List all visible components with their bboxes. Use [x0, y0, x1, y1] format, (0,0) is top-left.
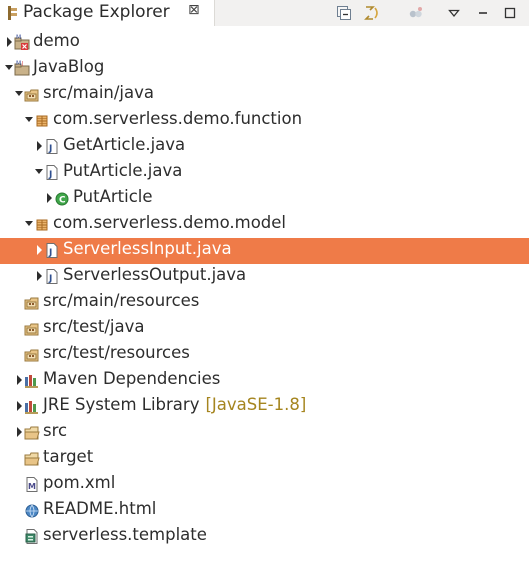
- tree-item-label: src/main/java: [43, 83, 155, 102]
- tree-item[interactable]: src/test/java: [0, 316, 529, 342]
- view-header: Package Explorer ⊠: [0, 0, 529, 26]
- svg-text:J: J: [48, 248, 52, 258]
- expand-arrow-icon[interactable]: [14, 426, 24, 438]
- library-icon: [25, 375, 38, 388]
- svg-text:M: M: [28, 482, 36, 491]
- java-file-icon: J: [46, 139, 58, 154]
- view-title: Package Explorer: [23, 2, 170, 22]
- expand-arrow-icon[interactable]: [34, 244, 44, 256]
- expand-arrow-icon[interactable]: [34, 140, 44, 152]
- java-file-icon: J: [46, 269, 58, 284]
- package-explorer-icon: [8, 6, 17, 20]
- view-menu-icon[interactable]: [445, 4, 463, 22]
- tree-item-label: target: [43, 447, 94, 466]
- close-view-icon[interactable]: ⊠: [188, 2, 200, 18]
- java-file-icon: J: [46, 165, 58, 180]
- class-icon: C: [55, 192, 69, 206]
- minimize-icon[interactable]: [474, 4, 492, 22]
- template-file-icon: [25, 529, 38, 544]
- collapse-arrow-icon[interactable]: [4, 62, 14, 74]
- source-folder-icon: [24, 89, 39, 102]
- tree-item[interactable]: target: [0, 446, 529, 472]
- tree-item-label: src/test/resources: [43, 343, 190, 362]
- tree-item-label: src/main/resources: [43, 291, 200, 310]
- tree-item[interactable]: Maven Dependencies: [0, 368, 529, 394]
- tree-item[interactable]: J ServerlessInput.java: [0, 238, 529, 264]
- html-file-icon: [25, 504, 39, 518]
- tree-item-decoration: [JavaSE-1.8]: [205, 395, 307, 414]
- tree-item[interactable]: serverless.template: [0, 524, 529, 550]
- tree-item[interactable]: Mdemo: [0, 30, 529, 56]
- collapse-arrow-icon[interactable]: [14, 88, 24, 100]
- maven-project-error-icon: M: [14, 34, 30, 50]
- tree-item[interactable]: JRE System Library [JavaSE-1.8]: [0, 394, 529, 420]
- tree-item-label: GetArticle.java: [63, 135, 186, 154]
- collapse-all-icon[interactable]: [335, 4, 353, 22]
- expand-arrow-icon[interactable]: [4, 36, 14, 48]
- tree-item-label: serverless.template: [43, 525, 207, 544]
- tree-item[interactable]: Mpom.xml: [0, 472, 529, 498]
- tree-item[interactable]: README.html: [0, 498, 529, 524]
- library-icon: [25, 401, 38, 414]
- expand-arrow-icon[interactable]: [14, 374, 24, 386]
- tree-item[interactable]: src: [0, 420, 529, 446]
- tree-item-label: ServerlessInput.java: [63, 239, 232, 258]
- tree-item-label: JavaBlog: [33, 57, 105, 76]
- tree-item[interactable]: M J JavaBlog: [0, 56, 529, 82]
- tree-item-label: com.serverless.demo.function: [53, 109, 303, 128]
- package-icon: [36, 219, 48, 231]
- svg-text:C: C: [59, 196, 66, 206]
- expand-arrow-icon[interactable]: [44, 192, 54, 204]
- tree-item[interactable]: com.serverless.demo.function: [0, 108, 529, 134]
- tree-item[interactable]: J PutArticle.java: [0, 160, 529, 186]
- source-folder-icon: [24, 323, 39, 336]
- maximize-icon[interactable]: [501, 4, 519, 22]
- tree-item[interactable]: J GetArticle.java: [0, 134, 529, 160]
- expand-arrow-icon[interactable]: [34, 270, 44, 282]
- tree-item[interactable]: src/test/resources: [0, 342, 529, 368]
- collapse-arrow-icon[interactable]: [24, 114, 34, 126]
- maven-project-icon: MJ: [14, 60, 30, 76]
- tree-item[interactable]: src/main/java: [0, 82, 529, 108]
- source-folder-icon: [24, 349, 39, 362]
- java-file-icon: J: [46, 243, 58, 258]
- folder-icon: [24, 452, 40, 466]
- link-with-editor-icon[interactable]: [363, 4, 381, 22]
- tree-item-label: pom.xml: [43, 473, 116, 492]
- tree-item[interactable]: com.serverless.demo.model: [0, 212, 529, 238]
- tree-item[interactable]: J ServerlessOutput.java: [0, 264, 529, 290]
- tree-item-label: src: [43, 421, 68, 440]
- svg-text:J: J: [21, 61, 23, 67]
- filter-icon[interactable]: [407, 4, 425, 22]
- tree-item-label: PutArticle.java: [63, 161, 183, 180]
- tree-item[interactable]: src/main/resources: [0, 290, 529, 316]
- tree-item-label: Maven Dependencies: [43, 369, 221, 388]
- tree-item-label: src/test/java: [43, 317, 145, 336]
- tree-item-label: com.serverless.demo.model: [53, 213, 287, 232]
- collapse-arrow-icon[interactable]: [24, 218, 34, 230]
- folder-icon: [24, 426, 40, 440]
- svg-text:M: M: [16, 34, 21, 41]
- package-icon: [36, 115, 48, 127]
- svg-text:M: M: [16, 60, 21, 67]
- tree-item-label: PutArticle: [73, 187, 153, 206]
- collapse-arrow-icon[interactable]: [34, 166, 44, 178]
- maven-pom-icon: M: [26, 477, 38, 492]
- package-explorer-tab[interactable]: Package Explorer ⊠: [0, 0, 215, 26]
- tree-item[interactable]: C PutArticle: [0, 186, 529, 212]
- tree-item-label: README.html: [43, 499, 157, 518]
- source-folder-icon: [24, 297, 39, 310]
- tree-item-label: JRE System Library [JavaSE-1.8]: [43, 395, 307, 414]
- svg-text:J: J: [48, 274, 52, 284]
- tree-item-label: ServerlessOutput.java: [63, 265, 247, 284]
- expand-arrow-icon[interactable]: [14, 400, 24, 412]
- svg-text:J: J: [48, 170, 52, 180]
- tree-item-label: demo: [33, 31, 80, 50]
- svg-text:J: J: [48, 144, 52, 154]
